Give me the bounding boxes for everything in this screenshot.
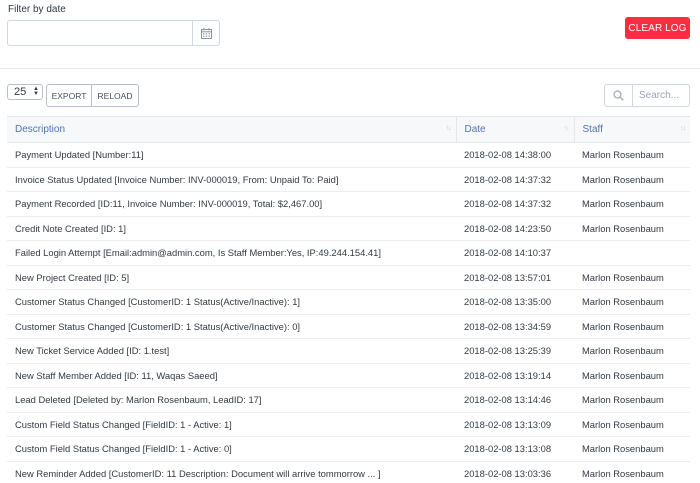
table-row: Lead Deleted [Deleted by: Marlon Rosenba…: [7, 387, 690, 413]
export-button[interactable]: EXPORT: [46, 84, 92, 107]
sort-icon: ↑↓: [563, 125, 570, 132]
cell-description: New Reminder Added [CustomerID: 11 Descr…: [7, 461, 456, 483]
cell-description: Payment Updated [Number:11]: [7, 142, 456, 168]
table-row: New Project Created [ID: 5] 2018-02-08 13…: [7, 265, 690, 290]
cell-description: Customer Status Changed [CustomerID: 1 S…: [7, 289, 456, 315]
cell-staff: Marlon Rosenbaum: [574, 338, 690, 364]
cell-date: 2018-02-08 13:14:46: [456, 387, 574, 413]
cell-staff: Marlon Rosenbaum: [574, 191, 690, 217]
cell-date: 2018-02-08 13:57:01: [456, 265, 574, 290]
column-header-staff[interactable]: Staff ↑↓: [574, 116, 690, 143]
column-header-label: Description: [15, 124, 66, 135]
cell-staff: Marlon Rosenbaum: [574, 265, 690, 290]
cell-description: Customer Status Changed [CustomerID: 1 S…: [7, 314, 456, 339]
table-header-row: Description ↑↓ Date ↑↓ Staff ↑↓: [7, 116, 690, 143]
cell-staff: [574, 240, 690, 266]
cell-description: New Staff Member Added [ID: 11, Waqas Sa…: [7, 363, 456, 388]
cell-staff: Marlon Rosenbaum: [574, 314, 690, 339]
cell-date: 2018-02-08 14:10:37: [456, 240, 574, 266]
cell-date: 2018-02-08 13:13:08: [456, 436, 574, 462]
cell-date: 2018-02-08 13:25:39: [456, 338, 574, 364]
table-row: Custom Field Status Changed [FieldID: 1 …: [7, 412, 690, 437]
table-row: Payment Updated [Number:11] 2018-02-08 14…: [7, 142, 690, 168]
cell-date: 2018-02-08 14:23:50: [456, 216, 574, 241]
table-row: Failed Login Attempt [Email:admin@admin.…: [7, 240, 690, 266]
cell-description: New Project Created [ID: 5]: [7, 265, 456, 290]
search-input[interactable]: [633, 85, 689, 106]
cell-staff: Marlon Rosenbaum: [574, 363, 690, 388]
cell-date: 2018-02-08 14:38:00: [456, 142, 574, 168]
sort-icon: ↑↓: [680, 125, 686, 132]
column-header-date[interactable]: Date ↑↓: [456, 116, 575, 143]
cell-staff: Marlon Rosenbaum: [574, 412, 690, 437]
cell-description: Lead Deleted [Deleted by: Marlon Rosenba…: [7, 387, 456, 413]
export-reload-group: EXPORT RELOAD: [46, 84, 139, 107]
table-row: Payment Recorded [ID:11, Invoice Number:…: [7, 191, 690, 217]
table-row: Custom Field Status Changed [FieldID: 1 …: [7, 436, 690, 462]
cell-staff: Marlon Rosenbaum: [574, 167, 690, 192]
cell-date: 2018-02-08 14:37:32: [456, 191, 574, 217]
cell-description: Payment Recorded [ID:11, Invoice Number:…: [7, 191, 456, 217]
reload-button[interactable]: RELOAD: [92, 84, 139, 107]
page-length-value: 25: [14, 86, 27, 98]
table-row: Customer Status Changed [CustomerID: 1 S…: [7, 314, 690, 339]
table-row: Customer Status Changed [CustomerID: 1 S…: [7, 289, 690, 315]
cell-date: 2018-02-08 14:37:32: [456, 167, 574, 192]
cell-staff: Marlon Rosenbaum: [574, 142, 690, 168]
section-divider: [0, 68, 700, 69]
cell-staff: Marlon Rosenbaum: [574, 436, 690, 462]
select-arrows-icon: ▲ ▼: [33, 86, 39, 97]
clear-log-button[interactable]: Clear Log: [625, 17, 690, 39]
table-row: New Staff Member Added [ID: 11, Waqas Sa…: [7, 363, 690, 388]
table-row: Credit Note Created [ID: 1] 2018-02-08 14…: [7, 216, 690, 241]
activity-log-table: Description ↑↓ Date ↑↓ Staff ↑↓ Payment Upd…: [7, 116, 690, 483]
cell-date: 2018-02-08 13:13:09: [456, 412, 574, 437]
column-header-description[interactable]: Description ↑↓: [7, 116, 457, 143]
page-length-select[interactable]: 25 ▲ ▼: [7, 84, 43, 100]
cell-staff: Marlon Rosenbaum: [574, 387, 690, 413]
cell-staff: Marlon Rosenbaum: [574, 216, 690, 241]
cell-description: Credit Note Created [ID: 1]: [7, 216, 456, 241]
cell-date: 2018-02-08 13:35:00: [456, 289, 574, 315]
cell-date: 2018-02-08 13:03:36: [456, 461, 574, 483]
cell-description: Custom Field Status Changed [FieldID: 1 …: [7, 412, 456, 437]
cell-staff: Marlon Rosenbaum: [574, 289, 690, 315]
table-row: New Ticket Service Added [ID: 1.test] 201…: [7, 338, 690, 364]
date-filter-input[interactable]: [8, 21, 192, 45]
cell-staff: Marlon Rosenbaum: [574, 461, 690, 483]
search-box: [604, 84, 690, 107]
cell-date: 2018-02-08 13:19:14: [456, 363, 574, 388]
filter-by-date-label: Filter by date: [8, 4, 66, 15]
sort-icon: ↑↓: [445, 125, 452, 132]
date-filter-field: [7, 20, 220, 46]
table-row: New Reminder Added [CustomerID: 11 Descr…: [7, 461, 690, 483]
calendar-icon[interactable]: [192, 21, 219, 45]
column-header-label: Staff: [582, 124, 603, 135]
table-body: Payment Updated [Number:11] 2018-02-08 14…: [7, 142, 690, 483]
column-header-label: Date: [464, 124, 486, 135]
table-row: Invoice Status Updated [Invoice Number: …: [7, 167, 690, 192]
cell-description: Invoice Status Updated [Invoice Number: …: [7, 167, 456, 192]
cell-date: 2018-02-08 13:34:59: [456, 314, 574, 339]
cell-description: New Ticket Service Added [ID: 1.test]: [7, 338, 456, 364]
cell-description: Failed Login Attempt [Email:admin@admin.…: [7, 240, 456, 266]
search-icon: [605, 85, 633, 106]
cell-description: Custom Field Status Changed [FieldID: 1 …: [7, 436, 456, 462]
